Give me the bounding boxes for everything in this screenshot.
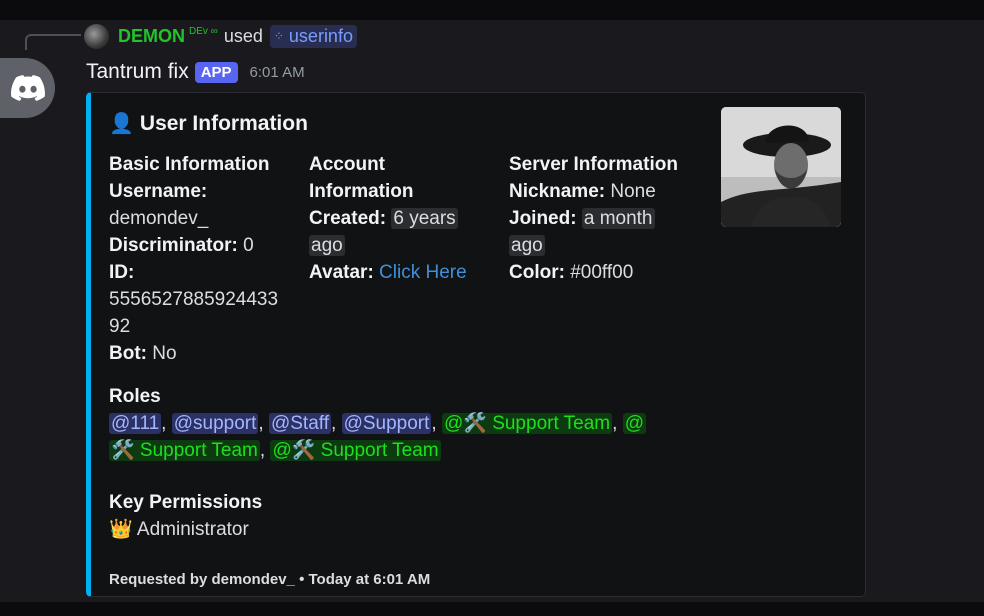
app-badge: APP <box>194 61 238 83</box>
joined-row-2: ago <box>509 232 709 259</box>
role-mention[interactable]: @Support <box>341 413 432 434</box>
avatar-label: Avatar: <box>309 262 374 283</box>
bot-label: Bot: <box>109 343 147 364</box>
color-row: Color: #00ff00 <box>509 259 709 286</box>
demon-avatar-icon[interactable] <box>84 23 109 49</box>
role-mention-support-team[interactable]: @🛠️ Support Team <box>441 413 613 434</box>
discord-logo-icon[interactable] <box>0 58 55 118</box>
embed-title: 👤 User Information <box>109 111 308 136</box>
username-label: Username: <box>109 181 208 202</box>
discord-logo-svg <box>10 75 45 101</box>
discriminator-value: 0 <box>243 235 254 256</box>
created-timestamp-2[interactable]: ago <box>309 235 345 256</box>
top-bar <box>0 0 984 20</box>
field-basic-information: Basic Information Username: demondev_ Di… <box>109 151 299 367</box>
id-value-line1: 5556527885924433 <box>109 289 279 310</box>
created-row: Created: 6 years <box>309 205 499 232</box>
id-value-line2: 92 <box>109 316 131 337</box>
nickname-row: Nickname: None <box>509 178 709 205</box>
command-name: userinfo <box>288 25 353 46</box>
created-label: Created: <box>309 208 387 229</box>
role-mention-support-team-wrap-start[interactable]: @ <box>622 413 646 434</box>
created-timestamp-1[interactable]: 6 years <box>391 208 458 229</box>
message-timestamp: 6:01 AM <box>249 63 305 81</box>
footer-requested-by: Requested by demondev_ <box>109 571 295 588</box>
role-mention-support-team-wrap-end[interactable]: 🛠️ Support Team <box>109 440 260 461</box>
footer-bullet: • <box>299 571 305 588</box>
roles-line-1: @111, @support, @Staff, @Support, @🛠️ Su… <box>109 410 689 437</box>
role-mention[interactable]: @support <box>171 413 259 434</box>
bot-name[interactable]: Tantrum fix <box>86 60 189 84</box>
avatar-row: Avatar: Click Here <box>309 259 499 286</box>
avatar-link[interactable]: Click Here <box>379 262 467 283</box>
role-mention-support-team[interactable]: @🛠️ Support Team <box>270 440 441 461</box>
created-row-2: ago <box>309 232 499 259</box>
permission-row: 👑 Administrator <box>109 516 509 543</box>
username-row: Username: <box>109 178 299 205</box>
field-title-permissions: Key Permissions <box>109 492 263 513</box>
joined-label: Joined: <box>509 208 577 229</box>
role-separator: , <box>331 413 337 434</box>
role-separator: , <box>431 413 437 434</box>
bottom-bar <box>0 602 984 616</box>
nickname-value: None <box>610 181 656 202</box>
chat-area: DEMON DEv ∞ used ⁘ userinfo Tantrum fix … <box>0 20 984 602</box>
field-title-account-line2: Information <box>309 181 414 202</box>
field-roles: Roles @111, @support, @Staff, @Support, … <box>109 383 689 464</box>
embed-footer: Requested by demondev_ • Today at 6:01 A… <box>109 571 430 588</box>
message-header: Tantrum fix APP 6:01 AM <box>86 58 305 86</box>
user-info-embed: 👤 User Information Basic Information Use… <box>86 92 866 597</box>
role-separator: , <box>161 413 167 434</box>
bot-value: No <box>152 343 177 364</box>
field-title-basic: Basic Information <box>109 154 270 175</box>
discriminator-row: Discriminator: 0 <box>109 232 299 259</box>
reply-connector <box>25 34 81 50</box>
field-title-server: Server Information <box>509 154 678 175</box>
discriminator-label: Discriminator: <box>109 235 238 256</box>
role-separator: , <box>259 440 266 461</box>
role-separator: , <box>258 413 264 434</box>
joined-timestamp-1[interactable]: a month <box>581 208 655 229</box>
color-label: Color: <box>509 262 565 283</box>
embed-title-text: User Information <box>139 111 308 135</box>
joined-row: Joined: a month <box>509 205 709 232</box>
color-value: #00ff00 <box>570 262 634 283</box>
field-server-information: Server Information Nickname: None Joined… <box>509 151 709 286</box>
user-silhouette-icon: 👤 <box>109 113 134 135</box>
avatar-photo-svg <box>721 107 841 227</box>
reply-user-name[interactable]: DEMON <box>118 26 185 47</box>
crown-icon: 👑 <box>109 519 133 540</box>
command-reply-context[interactable]: DEMON DEv ∞ used ⁘ userinfo <box>84 23 357 49</box>
bot-row: Bot: No <box>109 340 299 367</box>
slash-command-icon: ⁘ <box>273 29 284 43</box>
user-avatar-photo[interactable] <box>721 107 841 227</box>
field-title-roles: Roles <box>109 386 161 407</box>
id-label: ID: <box>109 262 135 283</box>
field-account-information: Account Information Created: 6 years ago… <box>309 151 499 286</box>
field-key-permissions: Key Permissions 👑 Administrator <box>109 489 509 543</box>
permission-value: Administrator <box>136 519 249 540</box>
reply-user-tag: DEv ∞ <box>189 25 218 37</box>
role-mention[interactable]: @111 <box>109 413 162 434</box>
footer-timestamp: Today at 6:01 AM <box>308 571 431 588</box>
joined-timestamp-2[interactable]: ago <box>509 235 545 256</box>
roles-line-2: 🛠️ Support Team, @🛠️ Support Team <box>109 437 689 464</box>
nickname-label: Nickname: <box>509 181 606 202</box>
field-title-account-line1: Account <box>309 154 385 175</box>
role-mention[interactable]: @Staff <box>268 413 331 434</box>
reply-used-text: used <box>223 25 263 46</box>
username-value: demondev_ <box>109 208 209 229</box>
command-chip[interactable]: ⁘ userinfo <box>269 24 357 48</box>
role-separator: , <box>612 413 618 434</box>
